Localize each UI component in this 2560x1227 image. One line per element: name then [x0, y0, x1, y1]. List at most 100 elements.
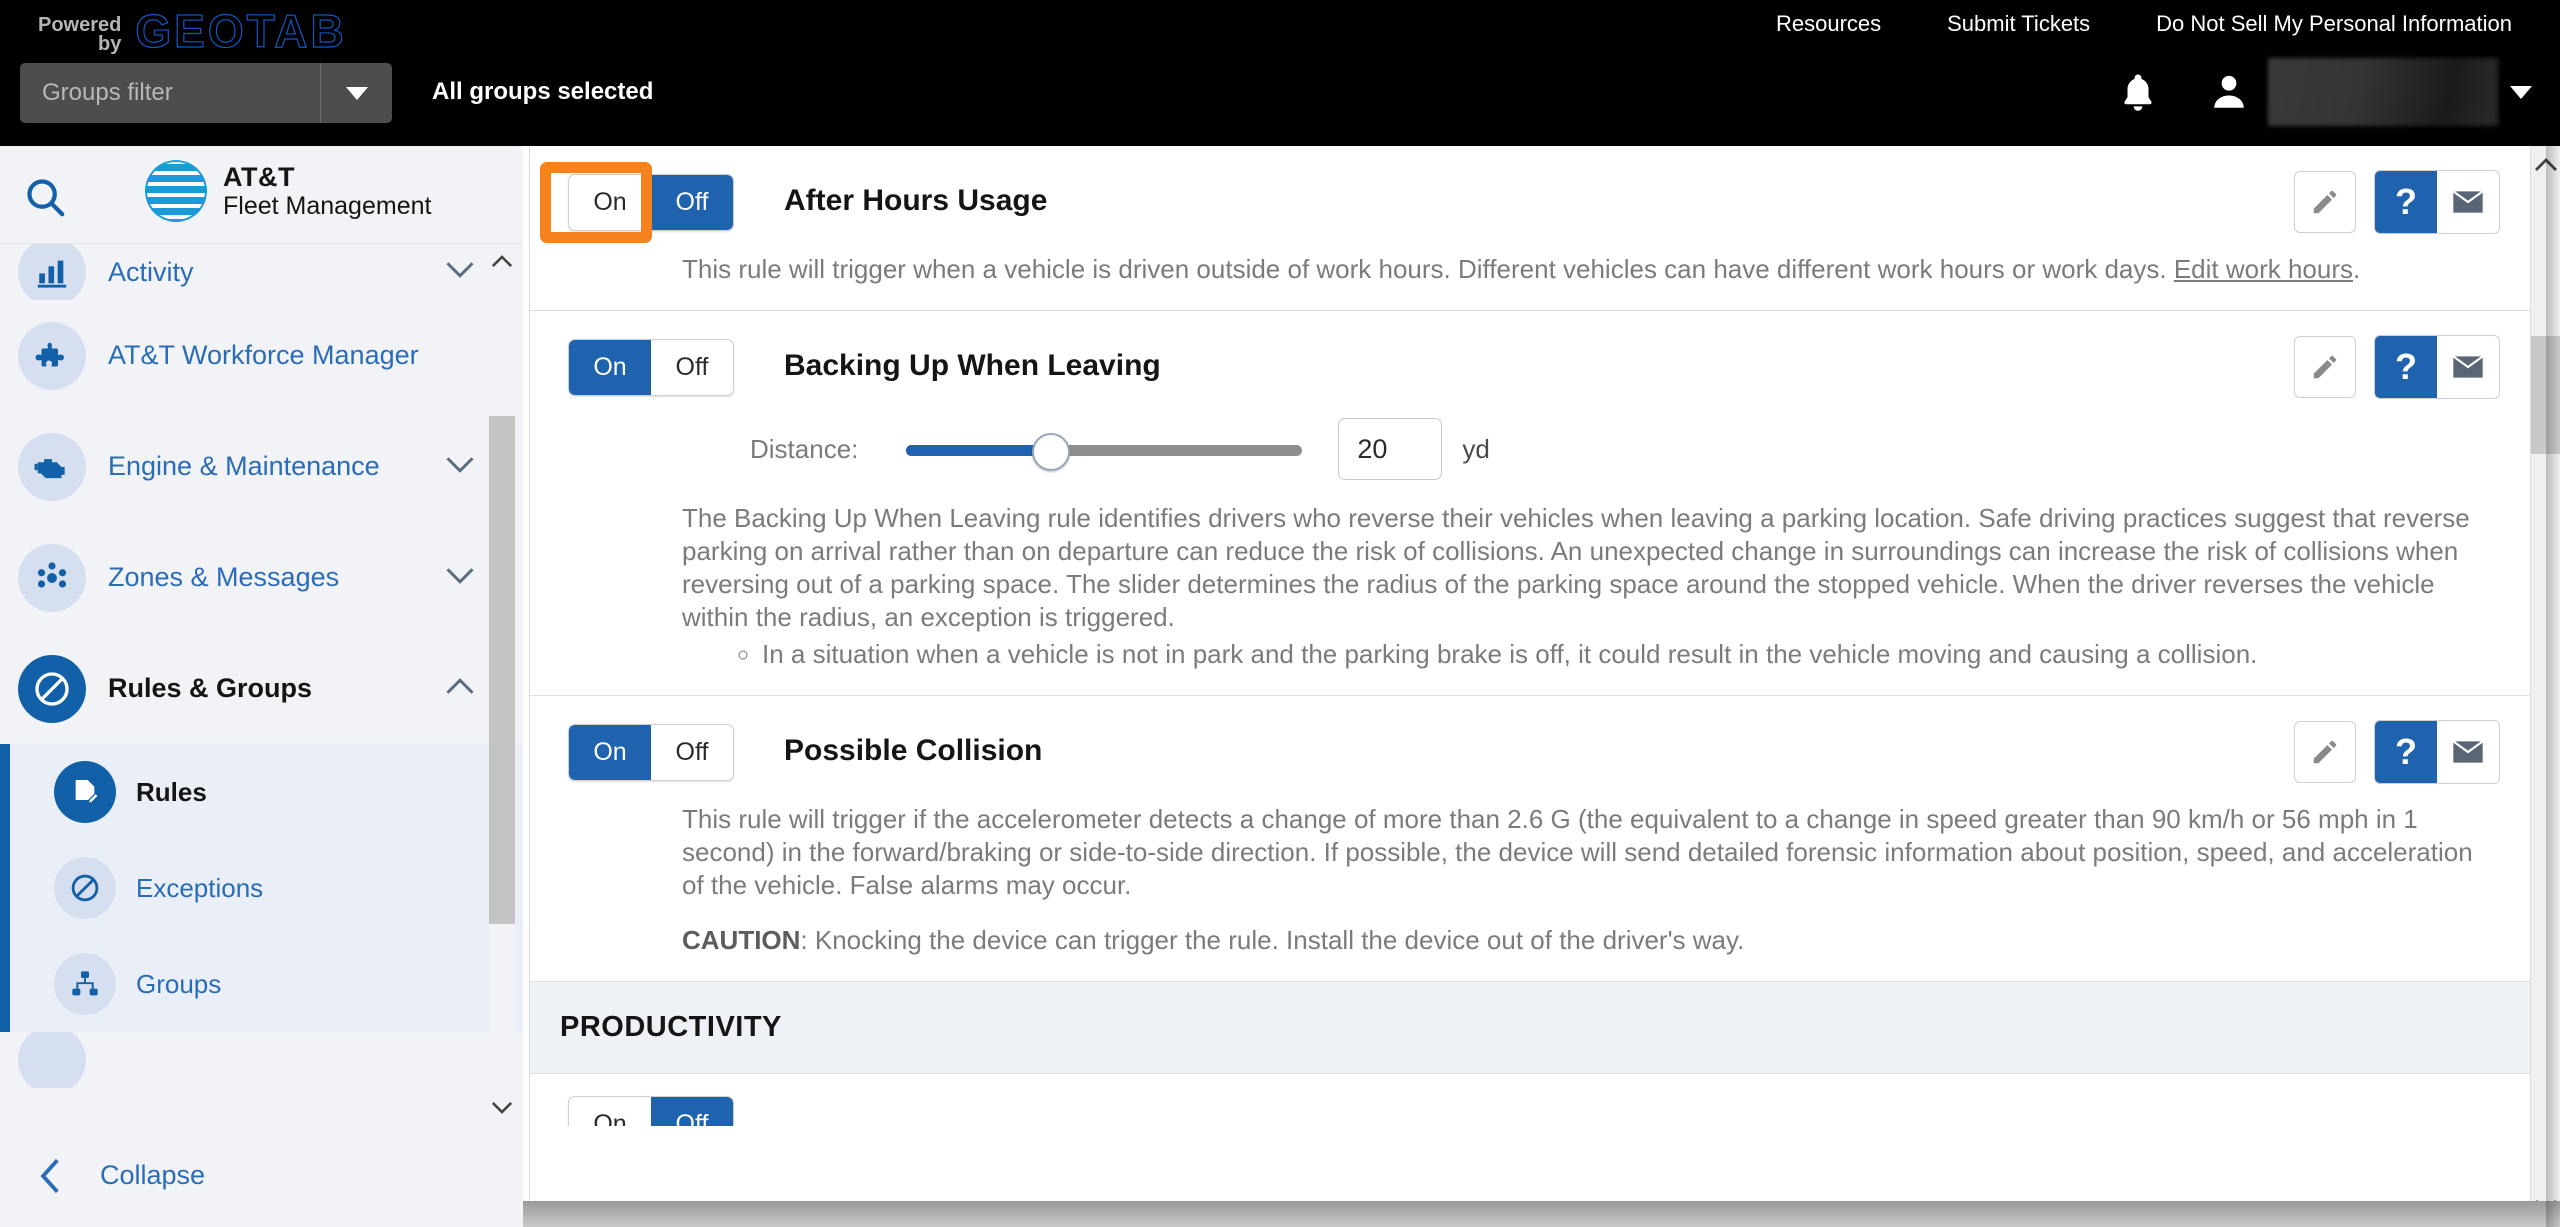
rule-actions: ? — [2294, 720, 2500, 784]
slider-fill — [906, 445, 1053, 456]
scroll-down-arrow-icon[interactable] — [489, 1094, 515, 1120]
sidebar-item-workforce-manager[interactable]: AT&T Workforce Manager — [0, 300, 523, 411]
user-menu-chevron-down-icon[interactable] — [2510, 85, 2532, 99]
bell-icon[interactable] — [2110, 64, 2166, 120]
sidebar-item-label: Activity — [108, 256, 194, 287]
sidebar-scrollbar-thumb[interactable] — [489, 416, 515, 924]
groups-filter-dropdown[interactable]: Groups filter — [20, 63, 392, 123]
toggle-on-option[interactable]: On — [569, 340, 651, 395]
help-question-icon[interactable]: ? — [2375, 171, 2437, 233]
rule-description: The Backing Up When Leaving rule identif… — [682, 503, 2470, 632]
section-header-productivity: PRODUCTIVITY — [530, 982, 2560, 1074]
on-off-toggle[interactable]: On Off — [568, 174, 734, 231]
rule-actions: ? — [2294, 335, 2500, 399]
left-sidebar: AT&T Fleet Management Activity AT&T Work… — [0, 146, 523, 1227]
help-question-icon[interactable]: ? — [2375, 721, 2437, 783]
email-envelope-icon[interactable] — [2437, 336, 2499, 398]
chevron-down-icon — [445, 261, 475, 284]
rule-body: This rule will trigger if the accelerome… — [530, 803, 2560, 957]
rule-description-pre: This rule will trigger when a vehicle is… — [682, 254, 2174, 284]
chevron-down-icon — [345, 86, 368, 100]
sidebar-item-rules[interactable]: Rules — [0, 744, 523, 840]
rule-description-post: . — [2353, 254, 2361, 284]
person-icon[interactable] — [2196, 64, 2262, 120]
header-right-controls — [2110, 58, 2532, 126]
toggle-on-option[interactable]: On — [569, 725, 651, 780]
sidebar-item-label: Exceptions — [136, 872, 264, 903]
sidebar-nav-scroll: Activity AT&T Workforce Manager Engine &… — [0, 244, 523, 1124]
rule-bullet-list: In a situation when a vehicle is not in … — [762, 638, 2476, 671]
main-content: On Off After Hours Usage ? This rule wil… — [523, 146, 2560, 1227]
toggle-wrap: On Off — [530, 1096, 734, 1126]
sidebar-item-groups[interactable]: Groups — [0, 936, 523, 1032]
sidebar-item-engine-maintenance[interactable]: Engine & Maintenance — [0, 411, 523, 522]
att-fleet-management-logo: AT&T Fleet Management — [145, 160, 431, 222]
app-root: Powered by GEOTAB Resources Submit Ticke… — [0, 0, 2560, 1227]
nav-link-do-not-sell[interactable]: Do Not Sell My Personal Information — [2156, 11, 2512, 37]
rules-list: On Off After Hours Usage ? This rule wil… — [529, 146, 2560, 1227]
rule-actions: ? — [2294, 170, 2500, 234]
rule-card-possible-collision: On Off Possible Collision ? This rule wi… — [530, 696, 2560, 982]
edit-pencil-icon[interactable] — [2294, 171, 2356, 233]
powered-by-geotab-logo: Powered by GEOTAB — [38, 4, 347, 58]
sidebar-subnav-rules-groups: Rules Exceptions Groups — [0, 744, 523, 1032]
distance-slider[interactable] — [906, 433, 1303, 471]
rules-icon — [18, 654, 86, 723]
rule-card-backing-up-when-leaving: On Off Backing Up When Leaving ? Distanc… — [530, 311, 2560, 696]
sidebar-item-next-partial[interactable] — [0, 1032, 523, 1088]
help-email-group: ? — [2374, 335, 2500, 399]
sidebar-item-zones-messages[interactable]: Zones & Messages — [0, 522, 523, 633]
rule-description: This rule will trigger if the accelerome… — [682, 804, 2473, 900]
search-icon[interactable] — [22, 174, 68, 225]
zones-icon — [18, 543, 86, 612]
collapse-label: Collapse — [100, 1160, 206, 1190]
chevron-down-icon — [445, 566, 475, 589]
nav-link-resources[interactable]: Resources — [1776, 11, 1881, 37]
toggle-off-option[interactable]: Off — [651, 175, 733, 230]
sidebar-item-activity[interactable]: Activity — [0, 244, 523, 300]
help-question-icon[interactable]: ? — [2375, 336, 2437, 398]
att-globe-icon — [145, 160, 207, 222]
toggle-on-option[interactable]: On — [569, 1097, 651, 1126]
top-header-bar: Powered by GEOTAB Resources Submit Ticke… — [0, 0, 2560, 146]
horizontal-scrollbar[interactable] — [523, 1201, 2560, 1227]
exceptions-icon — [54, 857, 116, 919]
scroll-up-arrow-icon[interactable] — [489, 248, 515, 274]
sidebar-scrollbar[interactable] — [489, 244, 515, 1124]
distance-input[interactable]: 20 — [1338, 418, 1443, 480]
sidebar-item-rules-groups[interactable]: Rules & Groups — [0, 633, 523, 744]
toggle-off-option[interactable]: Off — [651, 340, 733, 395]
email-envelope-icon[interactable] — [2437, 171, 2499, 233]
rule-description: This rule will trigger when a vehicle is… — [682, 253, 2476, 286]
on-off-toggle[interactable]: On Off — [568, 1096, 734, 1126]
edit-pencil-icon[interactable] — [2294, 721, 2356, 783]
sidebar-item-label: Engine & Maintenance — [108, 451, 380, 481]
toggle-on-option[interactable]: On — [569, 175, 651, 230]
rule-body: This rule will trigger when a vehicle is… — [530, 253, 2560, 286]
sidebar-item-label: Zones & Messages — [108, 562, 340, 592]
toggle-off-option[interactable]: Off — [651, 1097, 733, 1126]
rule-card-after-hours-usage: On Off After Hours Usage ? This rule wil… — [530, 146, 2560, 311]
user-name-redacted[interactable] — [2268, 58, 2498, 126]
help-email-group: ? — [2374, 720, 2500, 784]
toggle-wrap: On Off — [530, 339, 734, 396]
edit-pencil-icon[interactable] — [2294, 336, 2356, 398]
att-logo-line1: AT&T — [223, 161, 295, 192]
on-off-toggle[interactable]: On Off — [568, 339, 734, 396]
nav-link-submit-tickets[interactable]: Submit Tickets — [1947, 11, 2090, 37]
puzzle-piece-icon — [18, 321, 86, 390]
slider-knob[interactable] — [1032, 433, 1071, 471]
edit-work-hours-link[interactable]: Edit work hours — [2174, 254, 2353, 284]
toggle-off-option[interactable]: Off — [651, 725, 733, 780]
sidebar-collapse-button[interactable]: Collapse — [0, 1124, 523, 1227]
email-envelope-icon[interactable] — [2437, 721, 2499, 783]
groups-filter-toggle[interactable] — [320, 63, 392, 123]
sidebar-item-label: AT&T Workforce Manager — [108, 340, 419, 370]
att-logo-line2: Fleet Management — [223, 191, 432, 220]
chevron-down-icon — [445, 455, 475, 478]
sidebar-item-exceptions[interactable]: Exceptions — [0, 840, 523, 936]
groups-filter-input[interactable]: Groups filter — [20, 79, 320, 107]
list-item: In a situation when a vehicle is not in … — [762, 638, 2476, 671]
on-off-toggle[interactable]: On Off — [568, 724, 734, 781]
distance-control-row: Distance: 20 yd — [530, 418, 2560, 480]
